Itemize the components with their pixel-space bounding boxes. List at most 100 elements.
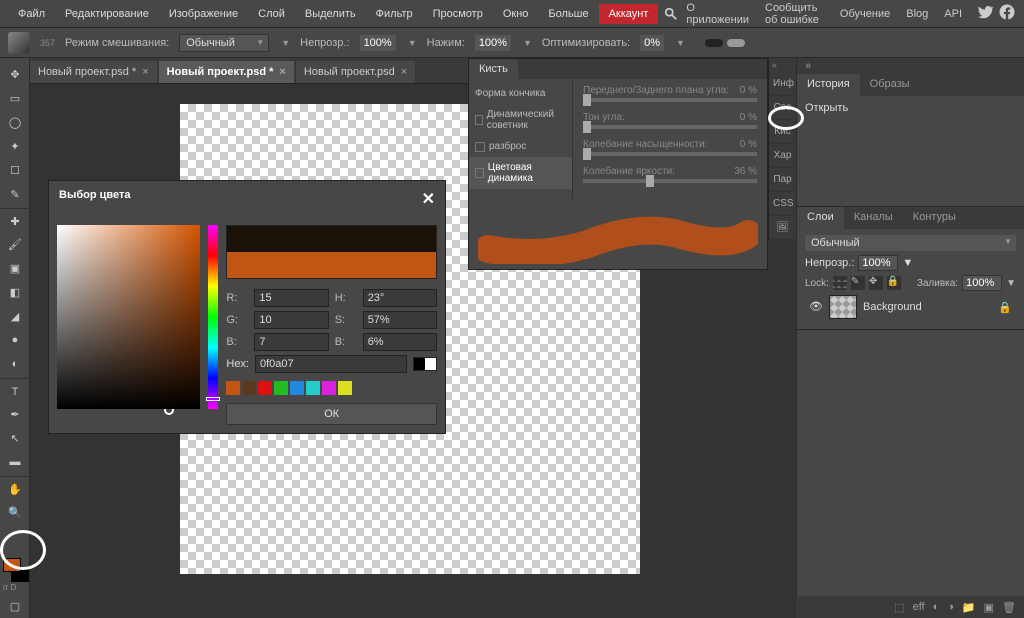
layer-opacity-input[interactable] bbox=[858, 255, 898, 271]
gradient-tool-icon[interactable]: ◢ bbox=[0, 304, 30, 328]
facebook-icon[interactable] bbox=[998, 3, 1016, 24]
link-about[interactable]: О приложении bbox=[678, 0, 757, 30]
screen-mode-icon[interactable]: ▢ bbox=[0, 594, 30, 618]
foreground-swatch[interactable] bbox=[3, 558, 21, 572]
brush-slider[interactable]: Тон угла:0 % bbox=[583, 112, 757, 129]
s-input[interactable] bbox=[363, 311, 437, 329]
doc-tab-2[interactable]: Новый проект.psd× bbox=[296, 61, 415, 83]
brush-settings-btn[interactable]: ▼ bbox=[281, 38, 290, 48]
ok-button[interactable]: ОК bbox=[226, 403, 437, 425]
hue-slider[interactable] bbox=[208, 225, 218, 409]
lock-move-icon[interactable]: ✥ bbox=[869, 276, 883, 290]
close-icon[interactable]: ✕ bbox=[422, 189, 435, 209]
g-input[interactable] bbox=[254, 311, 328, 329]
folder-icon[interactable]: 📁 bbox=[962, 601, 976, 614]
mask-icon[interactable]: ◐ bbox=[933, 601, 940, 613]
lock-brush-icon[interactable]: ✎ bbox=[851, 276, 865, 290]
close-icon[interactable]: × bbox=[401, 66, 407, 78]
history-item[interactable]: Открыть bbox=[805, 102, 1016, 114]
twitter-icon[interactable] bbox=[976, 3, 994, 24]
h-input[interactable] bbox=[363, 289, 437, 307]
heal-tool-icon[interactable]: ✚ bbox=[0, 208, 30, 232]
menu-account[interactable]: Аккаунт bbox=[599, 4, 659, 24]
menu-window[interactable]: Окно bbox=[493, 4, 539, 24]
flow-value[interactable]: 100% bbox=[475, 35, 511, 51]
r-input[interactable] bbox=[254, 289, 328, 307]
menu-file[interactable]: Файл bbox=[8, 4, 55, 24]
panel-next-icon[interactable]: » bbox=[805, 60, 811, 72]
mini-tab-brush[interactable]: Кис bbox=[769, 120, 796, 144]
tab-swatches[interactable]: Образы bbox=[860, 74, 920, 96]
recent-swatch[interactable] bbox=[226, 381, 240, 395]
mini-tab-props[interactable]: Сво bbox=[769, 96, 796, 120]
close-icon[interactable]: × bbox=[142, 66, 148, 78]
mini-tab-image-icon[interactable]: 🖼 bbox=[769, 216, 796, 240]
shape-tool-icon[interactable]: ▬ bbox=[0, 450, 30, 474]
panel-prev-icon[interactable]: « bbox=[772, 60, 777, 70]
lasso-tool-icon[interactable]: ◯ bbox=[0, 110, 30, 134]
link-report[interactable]: Сообщить об ошибке bbox=[757, 0, 832, 30]
brush-panel-tab[interactable]: Кисть bbox=[469, 59, 518, 79]
brush-dynamics[interactable]: Динамический советник bbox=[469, 104, 572, 136]
color-swatches[interactable]: іт D bbox=[1, 558, 29, 590]
lock-all-icon[interactable]: 🔒 bbox=[887, 276, 901, 290]
new-layer-icon[interactable]: ▣ bbox=[984, 601, 994, 614]
tab-history[interactable]: История bbox=[797, 74, 860, 96]
recent-swatch[interactable] bbox=[338, 381, 352, 395]
eff-label[interactable]: eff bbox=[913, 601, 925, 613]
eyedropper-tool-icon[interactable]: ✎ bbox=[0, 182, 30, 206]
brush-color-dynamics[interactable]: Цветовая динамика bbox=[469, 157, 572, 189]
recent-swatch[interactable] bbox=[290, 381, 304, 395]
blend-mode-dropdown[interactable]: Обычный bbox=[179, 34, 269, 52]
tab-paths[interactable]: Контуры bbox=[903, 207, 966, 229]
smooth-value[interactable]: 0% bbox=[640, 35, 664, 51]
fill-input[interactable] bbox=[962, 275, 1002, 291]
mini-tab-char[interactable]: Хар bbox=[769, 144, 796, 168]
menu-image[interactable]: Изображение bbox=[159, 4, 248, 24]
hue-marker[interactable] bbox=[206, 397, 220, 401]
doc-tab-1[interactable]: Новый проект.psd *× bbox=[159, 61, 294, 83]
brush-slider[interactable]: Колебание яркости:36 % bbox=[583, 166, 757, 183]
color-cursor[interactable] bbox=[164, 405, 174, 415]
menu-edit[interactable]: Редактирование bbox=[55, 4, 159, 24]
move-tool-icon[interactable]: ✥ bbox=[0, 62, 30, 86]
link-learn[interactable]: Обучение bbox=[832, 4, 898, 24]
opacity-value[interactable]: 100% bbox=[360, 35, 396, 51]
link-api[interactable]: API bbox=[936, 4, 970, 24]
brush-tool-icon[interactable] bbox=[8, 32, 30, 54]
menu-view[interactable]: Просмотр bbox=[423, 4, 493, 24]
trash-icon[interactable]: 🗑 bbox=[1002, 601, 1016, 614]
menu-filter[interactable]: Фильтр bbox=[366, 4, 423, 24]
menu-layer[interactable]: Слой bbox=[248, 4, 295, 24]
brush-slider[interactable]: Колебание насыщенности:0 % bbox=[583, 139, 757, 156]
path-tool-icon[interactable]: ↖ bbox=[0, 426, 30, 450]
layer-row[interactable]: 👁 Background 🔒 bbox=[805, 291, 1016, 323]
mini-tab-para[interactable]: Пар bbox=[769, 168, 796, 192]
search-icon[interactable] bbox=[664, 5, 678, 23]
color-gradient[interactable] bbox=[57, 225, 200, 409]
lock-pixels-icon[interactable] bbox=[833, 276, 847, 290]
crop-tool-icon[interactable]: ☐ bbox=[0, 158, 30, 182]
layer-thumbnail[interactable] bbox=[829, 295, 857, 319]
recent-swatch[interactable] bbox=[242, 381, 256, 395]
wand-tool-icon[interactable]: ✦ bbox=[0, 134, 30, 158]
tab-channels[interactable]: Каналы bbox=[844, 207, 903, 229]
recent-swatch[interactable] bbox=[258, 381, 272, 395]
type-tool-icon[interactable]: T bbox=[0, 378, 30, 402]
doc-tab-0[interactable]: Новый проект.psd *× bbox=[30, 61, 157, 83]
adjust-icon[interactable]: ◑ bbox=[947, 601, 954, 613]
brush-scatter[interactable]: разброс bbox=[469, 136, 572, 157]
brush-slider[interactable]: Переднего/Заднего плана угла:0 % bbox=[583, 85, 757, 102]
dodge-tool-icon[interactable]: ◐ bbox=[0, 352, 30, 376]
menu-select[interactable]: Выделить bbox=[295, 4, 366, 24]
mini-tab-info[interactable]: Инф bbox=[769, 72, 796, 96]
hand-tool-icon[interactable]: ✋ bbox=[0, 476, 30, 500]
tab-layers[interactable]: Слои bbox=[797, 207, 844, 229]
close-icon[interactable]: × bbox=[279, 66, 285, 78]
b-input[interactable] bbox=[254, 333, 328, 351]
pen-tool-icon[interactable]: ✒ bbox=[0, 402, 30, 426]
recent-swatch[interactable] bbox=[306, 381, 320, 395]
brush-tip-shape[interactable]: Форма кончика bbox=[469, 83, 572, 104]
websafe-icon[interactable] bbox=[413, 357, 437, 371]
visibility-icon[interactable]: 👁 bbox=[809, 300, 823, 314]
